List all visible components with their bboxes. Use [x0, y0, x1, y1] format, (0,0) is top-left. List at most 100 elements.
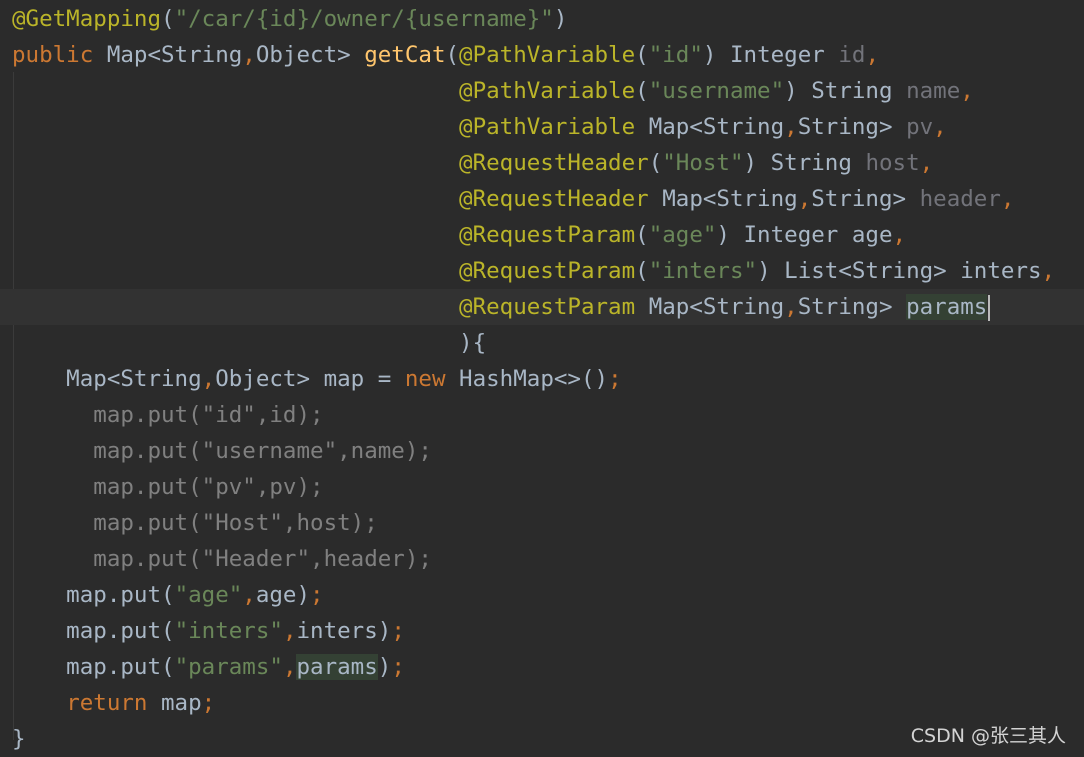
code-token: ;: [391, 618, 405, 644]
code-token: (: [648, 150, 663, 176]
code-token: ){: [459, 330, 487, 356]
code-token: ,: [1000, 186, 1015, 212]
code-token: map.put(: [12, 654, 175, 680]
code-line[interactable]: map.put("id",id);: [0, 397, 1084, 433]
code-token: @RequestParam: [459, 222, 636, 248]
code-token: (: [161, 6, 175, 32]
code-line[interactable]: @RequestHeader Map<String,String> header…: [0, 181, 1084, 217]
code-token: ) String: [784, 78, 907, 104]
code-line[interactable]: @RequestHeader("Host") String host,: [0, 145, 1084, 181]
code-token: "inters": [174, 618, 283, 644]
code-token: map.put(: [12, 618, 175, 644]
code-token: ,: [242, 582, 256, 608]
code-token: ) Integer: [702, 42, 839, 68]
code-token: Map<String: [648, 114, 785, 140]
code-token: public: [12, 42, 107, 68]
code-token: map.put("Header",header);: [93, 546, 432, 572]
code-token: map.put("username",name);: [93, 438, 432, 464]
code-token: @PathVariable: [459, 78, 636, 104]
code-token: "id": [648, 42, 703, 68]
code-line[interactable]: @RequestParam("inters") List<String> int…: [0, 253, 1084, 289]
code-line[interactable]: map.put("pv",pv);: [0, 469, 1084, 505]
code-token: HashMap<>(): [459, 366, 609, 392]
code-token: ;: [201, 690, 216, 716]
code-token: Map<String: [648, 294, 785, 320]
code-token: params: [296, 654, 378, 680]
code-token: String>: [797, 294, 907, 320]
code-line[interactable]: map.put("Host",host);: [0, 505, 1084, 541]
code-token: "Host": [662, 150, 744, 176]
code-token: ): [377, 654, 392, 680]
code-token: ,: [282, 618, 297, 644]
code-line[interactable]: Map<String,Object> map = new HashMap<>()…: [0, 361, 1084, 397]
code-token: ,: [919, 150, 934, 176]
code-token: @PathVariable: [459, 114, 649, 140]
code-token: header: [919, 186, 1001, 212]
code-line[interactable]: ){: [0, 325, 1084, 361]
code-token: @GetMapping: [12, 6, 162, 32]
code-line[interactable]: map.put("Header",header);: [0, 541, 1084, 577]
code-line[interactable]: @PathVariable("username") String name,: [0, 73, 1084, 109]
code-token: Map<String: [12, 366, 202, 392]
code-token: "inters": [648, 258, 758, 284]
code-token: ): [553, 6, 568, 32]
code-token: pv: [906, 114, 934, 140]
code-token: String>: [811, 186, 920, 212]
code-token: ) String: [743, 150, 866, 176]
code-token: age): [255, 582, 311, 608]
code-token: ,: [892, 222, 907, 248]
code-token: map.put("Host",host);: [93, 510, 378, 536]
code-token: id: [838, 42, 866, 68]
code-token: new: [404, 366, 460, 392]
watermark: CSDN @张三其人: [910, 725, 1066, 747]
code-token: }: [12, 726, 26, 752]
code-line[interactable]: return map;: [0, 685, 1084, 721]
code-token: getCat: [364, 42, 446, 68]
code-line[interactable]: @RequestParam("age") Integer age,: [0, 217, 1084, 253]
code-token: ,: [865, 42, 879, 68]
code-token: (: [635, 258, 649, 284]
code-token: @RequestParam: [459, 258, 636, 284]
code-token: (: [635, 42, 649, 68]
code-token: ;: [310, 582, 324, 608]
code-line[interactable]: @PathVariable Map<String,String> pv,: [0, 109, 1084, 145]
code-line[interactable]: @RequestParam Map<String,String> params: [0, 289, 1084, 325]
code-line[interactable]: public Map<String,Object> getCat(@PathVa…: [0, 37, 1084, 73]
code-line[interactable]: map.put("inters",inters);: [0, 613, 1084, 649]
code-token: Map<String: [106, 42, 243, 68]
code-token: ,: [201, 366, 216, 392]
code-token: ,: [242, 42, 256, 68]
code-token: Object>: [255, 42, 365, 68]
code-line[interactable]: map.put("username",name);: [0, 433, 1084, 469]
code-token: "age": [174, 582, 243, 608]
code-token: "/car/{id}/owner/{username}": [174, 6, 554, 32]
code-token: params: [906, 294, 988, 320]
code-token: ,: [960, 78, 974, 104]
code-token: ,: [784, 114, 798, 140]
code-line[interactable]: map.put("params",params);: [0, 649, 1084, 685]
code-line[interactable]: map.put("age",age);: [0, 577, 1084, 613]
code-token: host: [865, 150, 920, 176]
code-editor[interactable]: @GetMapping("/car/{id}/owner/{username}"…: [0, 0, 1084, 756]
code-token: @PathVariable: [459, 42, 636, 68]
code-token: map.put("id",id);: [93, 402, 324, 428]
code-token: (: [635, 78, 649, 104]
code-line[interactable]: @GetMapping("/car/{id}/owner/{username}"…: [0, 1, 1084, 37]
code-token: "username": [648, 78, 785, 104]
code-token: ) List<String> inters: [757, 258, 1042, 284]
code-token: @RequestParam: [459, 294, 649, 320]
code-token: ,: [784, 294, 798, 320]
code-token: ,: [282, 654, 297, 680]
code-token: String>: [797, 114, 907, 140]
code-token: ,: [933, 114, 947, 140]
